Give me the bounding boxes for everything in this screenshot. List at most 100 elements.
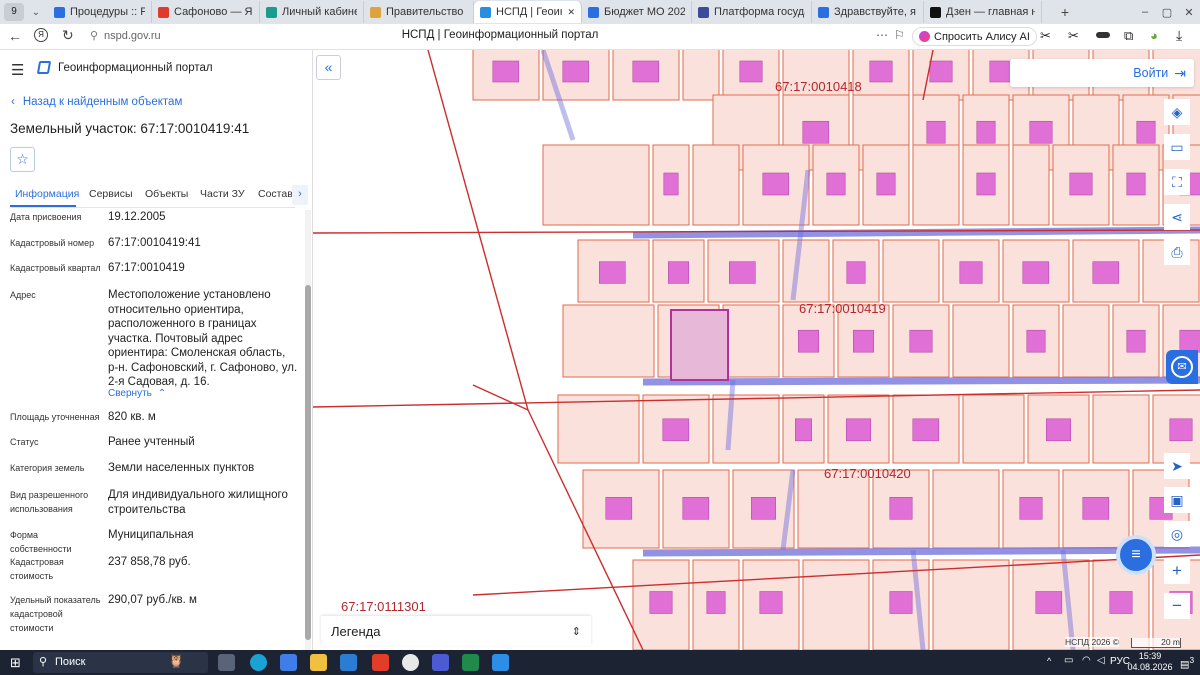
network-icon[interactable]: ▭ (1064, 655, 1073, 666)
print-button[interactable]: ⎙ (1164, 239, 1190, 265)
bookmark-icon[interactable]: ⚐ (894, 28, 905, 42)
selected-parcel (670, 309, 729, 381)
field-value: Ранее учтенный (108, 436, 195, 448)
tray-chevron-icon[interactable]: ^ (1047, 656, 1051, 666)
panel-scrollbar[interactable] (305, 210, 311, 650)
app-icon[interactable] (492, 654, 509, 671)
info-tab[interactable]: Информация (15, 188, 79, 200)
store-icon[interactable] (280, 654, 297, 671)
building (912, 418, 940, 442)
geolocation-icon: ◎ (1170, 525, 1184, 542)
extension-icon[interactable] (1096, 32, 1110, 38)
yandex-icon[interactable]: Я (34, 28, 48, 42)
extension-icon[interactable]: ◕ (1150, 28, 1158, 43)
browser-tab[interactable]: Сафоново — Яндекс (152, 1, 260, 23)
yandex-browser-icon[interactable] (372, 654, 389, 671)
collapse-panel-button[interactable]: « (316, 55, 341, 80)
taskbar-search[interactable]: ⚲ Поиск 🦉 (33, 652, 208, 673)
info-tab[interactable]: Части ЗУ (200, 188, 245, 200)
site-info-icon[interactable]: ⚲ (90, 29, 98, 42)
url-field[interactable]: nspd.gov.ru (104, 30, 161, 42)
browser-tab[interactable]: Дзен — главная нов (924, 1, 1042, 23)
building (739, 60, 763, 83)
clock-time[interactable]: 15:39 (1135, 651, 1165, 661)
layers-button[interactable]: ◈ (1164, 99, 1190, 125)
scale-bar: 20 m (1131, 638, 1181, 648)
extension-icon[interactable]: ⧉ (1124, 28, 1133, 44)
minimap-button[interactable]: ▣ (1164, 487, 1190, 513)
select-area-button[interactable]: ⛶ (1164, 169, 1190, 195)
edge-icon[interactable] (250, 654, 267, 671)
building (852, 329, 874, 353)
zoom-out-button[interactable]: − (1164, 593, 1190, 619)
field-value: 67:17:0010419 (108, 262, 185, 274)
back-arrow-icon[interactable]: ← (8, 28, 22, 44)
feedback-button[interactable]: ✉ (1166, 350, 1198, 384)
land-parcel (932, 469, 1000, 549)
info-tab[interactable]: Состав (258, 188, 293, 200)
folder-icon[interactable] (310, 654, 327, 671)
building (1092, 261, 1120, 284)
browser-tab[interactable]: НСПД | Геоинфор ✕ (474, 1, 582, 23)
land-parcel (722, 304, 780, 378)
app-icon[interactable] (402, 654, 419, 671)
browser-tab[interactable]: Бюджет МО 2025² 24 (582, 1, 692, 23)
extension-icon[interactable]: ✂ (1040, 28, 1051, 44)
object-title: Земельный участок: 67:17:0010419:41 (10, 121, 250, 136)
volume-icon[interactable]: ◁ (1097, 655, 1105, 666)
map-canvas[interactable] (313, 50, 1200, 650)
notification-icon[interactable]: ▤3 (1180, 655, 1194, 670)
browser-tab[interactable]: Платформа государ (692, 1, 812, 23)
wifi-icon[interactable]: ◠ (1082, 655, 1091, 666)
geolocation-button[interactable]: ◎ (1164, 521, 1190, 547)
new-tab-button[interactable]: + (1056, 4, 1074, 20)
reload-icon[interactable]: ↻ (62, 27, 74, 44)
minimize-button[interactable]: – (1134, 6, 1156, 18)
print-icon: ⎙ (1171, 243, 1183, 260)
building (1109, 591, 1133, 614)
building (802, 120, 830, 144)
menu-icon[interactable]: ☰ (11, 61, 24, 79)
cadastral-map[interactable]: 67:17:0010418 67:17:0010419 67:17:001042… (313, 50, 1200, 650)
back-link[interactable]: ‹ Назад к найденным объектам (11, 96, 182, 108)
windows-start-icon[interactable]: ⊞ (10, 655, 21, 671)
browser-tab[interactable]: Процедуры :: Реализ (48, 1, 152, 23)
alice-button[interactable]: Спросить Алису AI (912, 27, 1037, 46)
login-button[interactable]: Войти ⇥ (1010, 59, 1194, 87)
mail-icon[interactable] (340, 654, 357, 671)
close-window-button[interactable]: ✕ (1178, 6, 1200, 19)
legend-toggle[interactable]: Легенда ⇕ (321, 616, 591, 646)
building (1022, 261, 1050, 284)
browser-tab[interactable]: Здравствуйте, я ваш (812, 1, 924, 23)
download-icon[interactable]: ⤓ (1176, 27, 1182, 44)
more-icon[interactable]: ⋯ (876, 28, 888, 42)
chevron-up-icon: ⌃ (157, 388, 167, 399)
tabs-scroll-right-button[interactable]: › (292, 185, 308, 205)
zoom-in-button[interactable]: + (1164, 558, 1190, 584)
info-tab[interactable]: Сервисы (89, 188, 133, 200)
tab-label: Платформа государ (714, 6, 805, 18)
chat-assistant-button[interactable]: ≡ (1116, 535, 1156, 575)
clock-date[interactable]: 04.08.2026 (1127, 662, 1173, 672)
browser-tab[interactable]: Личный кабинет (260, 1, 364, 23)
close-tab-icon[interactable]: ✕ (567, 7, 575, 18)
tab-counter[interactable]: 9 (4, 3, 24, 21)
maximize-button[interactable]: ▢ (1156, 6, 1178, 19)
building (889, 591, 913, 614)
extension-icon[interactable]: ✂ (1068, 28, 1079, 44)
land-parcel (562, 304, 655, 378)
browser-tab[interactable]: Правительство Смо (364, 1, 474, 23)
measure-button[interactable]: ▭ (1164, 134, 1190, 160)
task-view-icon[interactable] (218, 654, 235, 671)
locate-button[interactable]: ➤ (1164, 453, 1190, 479)
tab-list-chevron-icon[interactable]: ⌄ (28, 7, 44, 18)
share-button[interactable]: ⋖ (1164, 204, 1190, 230)
scrollbar-thumb[interactable] (305, 285, 311, 640)
info-tab[interactable]: Объекты (145, 188, 188, 200)
favorite-star-button[interactable]: ☆ (10, 147, 35, 172)
collapse-address-link[interactable]: Свернуть ⌃ (108, 388, 166, 399)
excel-icon[interactable] (462, 654, 479, 671)
yandex-icon[interactable] (432, 654, 449, 671)
building (728, 261, 756, 284)
building (889, 496, 913, 520)
